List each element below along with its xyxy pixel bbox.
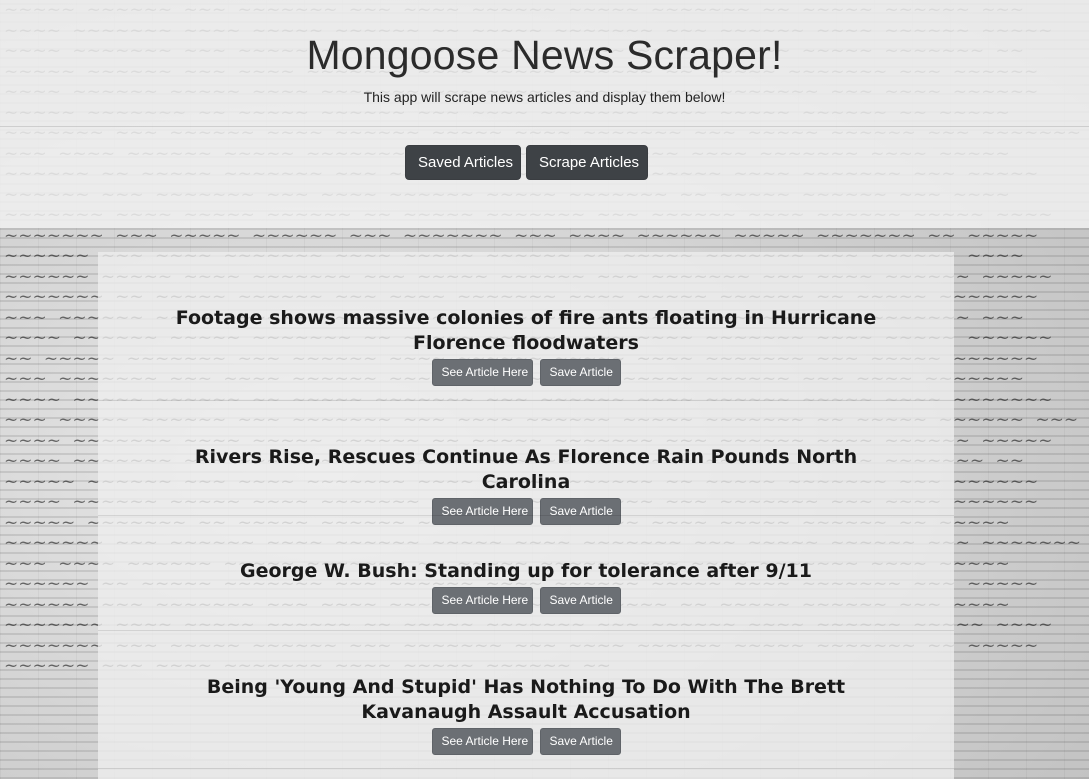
article-title: Rivers Rise, Rescues Continue As Florenc… (194, 446, 858, 493)
article-card: Being 'Young And Stupid' Has Nothing To … (98, 675, 954, 755)
article-card: Footage shows massive colonies of fire a… (98, 306, 954, 386)
see-article-button[interactable]: See Article Here (431, 728, 533, 755)
article-divider (98, 515, 954, 516)
article-divider (98, 768, 954, 769)
page-title: Mongoose News Scraper! (306, 32, 783, 78)
scrape-articles-button[interactable]: Scrape Articles (526, 145, 648, 180)
article-title: Footage shows massive colonies of fire a… (175, 307, 877, 354)
header-divider (0, 126, 1089, 127)
save-article-button[interactable]: Save Article (539, 728, 621, 755)
jumbotron-header: Mongoose News Scraper! This app will scr… (0, 0, 1089, 228)
articles-panel: Footage shows massive colonies of fire a… (98, 252, 954, 779)
saved-articles-button[interactable]: Saved Articles (405, 145, 521, 180)
see-article-button[interactable]: See Article Here (431, 498, 533, 525)
article-actions: See Article Here Save Article (98, 587, 954, 614)
article-divider (98, 400, 954, 401)
article-card: George W. Bush: Standing up for toleranc… (98, 559, 954, 614)
article-actions: See Article Here Save Article (98, 359, 954, 386)
save-article-button[interactable]: Save Article (539, 359, 621, 386)
see-article-button[interactable]: See Article Here (431, 587, 533, 614)
page-subtitle: This app will scrape news articles and d… (363, 89, 726, 105)
header-nav: Saved Articles Scrape Articles (405, 145, 648, 180)
see-article-button[interactable]: See Article Here (431, 359, 533, 386)
article-card: Rivers Rise, Rescues Continue As Florenc… (98, 445, 954, 525)
save-article-button[interactable]: Save Article (539, 498, 621, 525)
save-article-button[interactable]: Save Article (539, 587, 621, 614)
article-title: George W. Bush: Standing up for toleranc… (240, 560, 812, 582)
article-actions: See Article Here Save Article (98, 498, 954, 525)
article-title: Being 'Young And Stupid' Has Nothing To … (206, 676, 846, 723)
article-actions: See Article Here Save Article (98, 728, 954, 755)
article-divider (98, 630, 954, 631)
